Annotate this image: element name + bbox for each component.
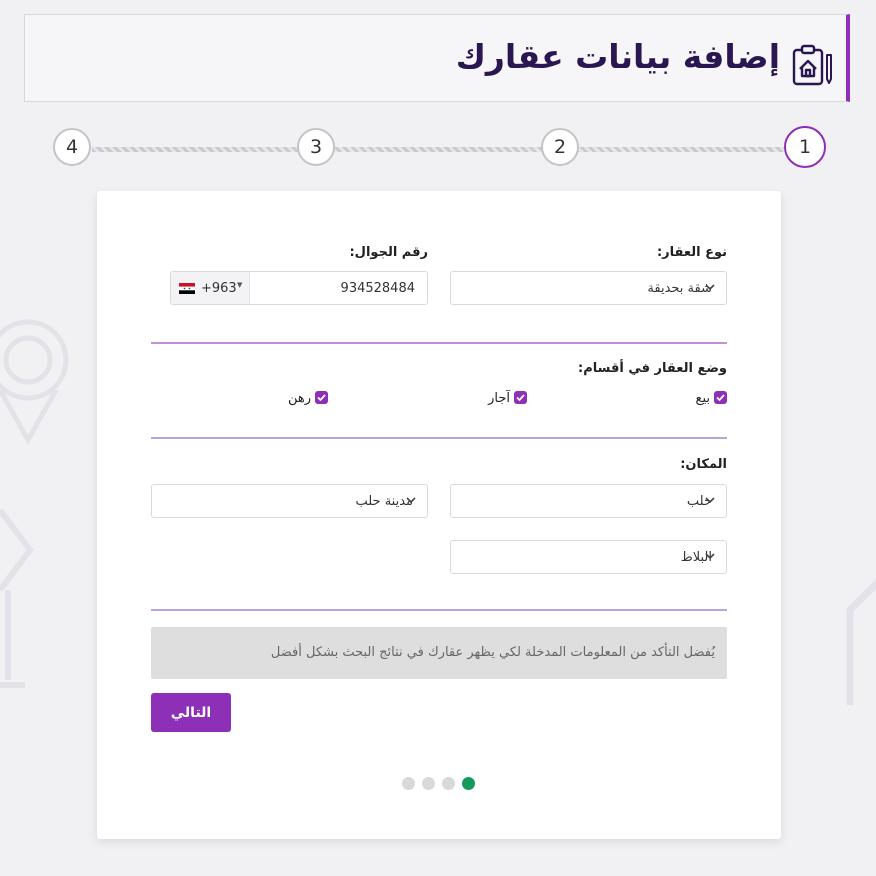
city-select[interactable]: مدينة حلب <box>151 484 428 518</box>
section-divider <box>151 437 727 439</box>
checkbox-checked-icon <box>315 391 328 404</box>
country-code-value: +963 <box>201 281 237 296</box>
pagination-dot-active[interactable] <box>462 777 475 790</box>
sections-label: وضع العقار في أقسام: <box>578 361 727 376</box>
checkbox-mortgage-label: رهن <box>287 391 311 406</box>
phone-label: رقم الجوال: <box>349 245 428 260</box>
phone-number-input[interactable]: 934528484 <box>341 281 415 296</box>
location-label: المكان: <box>680 457 727 472</box>
checkbox-sale-label: بيع <box>695 391 710 406</box>
province-select[interactable]: حلب <box>450 484 727 518</box>
checkbox-sale[interactable]: بيع <box>696 391 727 406</box>
checkbox-checked-icon <box>714 391 727 404</box>
next-button[interactable]: التالي <box>151 693 231 732</box>
step-1[interactable]: 1 <box>784 126 826 168</box>
progress-stepper: 1 2 3 4 <box>0 126 876 172</box>
chevron-down-icon <box>705 284 715 291</box>
checkbox-rent[interactable]: آجار <box>488 391 527 406</box>
background-sign-decoration <box>0 508 34 688</box>
page-title: إضافة بيانات عقارك <box>455 37 780 76</box>
chevron-down-icon <box>705 553 715 560</box>
info-notice: يُفضل التأكد من المعلومات المدخلة لكي يظ… <box>151 627 727 679</box>
syria-flag-icon <box>179 283 195 294</box>
pagination-dot[interactable] <box>442 777 455 790</box>
phone-field[interactable]: 934528484 +963 ▼ <box>170 271 428 305</box>
property-type-select[interactable]: شقة بحديقة <box>450 271 727 305</box>
checkbox-mortgage[interactable]: رهن <box>288 391 328 406</box>
chevron-down-icon <box>705 497 715 504</box>
pagination-dot[interactable] <box>422 777 435 790</box>
property-type-label: نوع العقار: <box>656 245 727 260</box>
info-notice-text: يُفضل التأكد من المعلومات المدخلة لكي يظ… <box>270 645 715 660</box>
background-house-decoration <box>846 579 876 705</box>
step-4[interactable]: 4 <box>53 128 91 166</box>
section-divider <box>151 609 727 611</box>
checkbox-rent-label: آجار <box>488 391 510 406</box>
country-code-select[interactable]: +963 ▼ <box>171 272 250 304</box>
form-card: نوع العقار: شقة بحديقة رقم الجوال: 93452… <box>97 191 781 839</box>
district-select[interactable]: البلاط <box>450 540 727 574</box>
clipboard-house-icon <box>792 44 832 86</box>
pagination-dot[interactable] <box>402 777 415 790</box>
step-3[interactable]: 3 <box>297 128 335 166</box>
step-2[interactable]: 2 <box>541 128 579 166</box>
chevron-down-icon <box>406 497 416 504</box>
page-header: إضافة بيانات عقارك <box>24 14 850 102</box>
checkbox-checked-icon <box>514 391 527 404</box>
caret-down-icon: ▼ <box>237 281 243 289</box>
section-divider <box>151 342 727 344</box>
background-map-pin-decoration <box>0 319 69 446</box>
stepper-line <box>92 147 784 152</box>
